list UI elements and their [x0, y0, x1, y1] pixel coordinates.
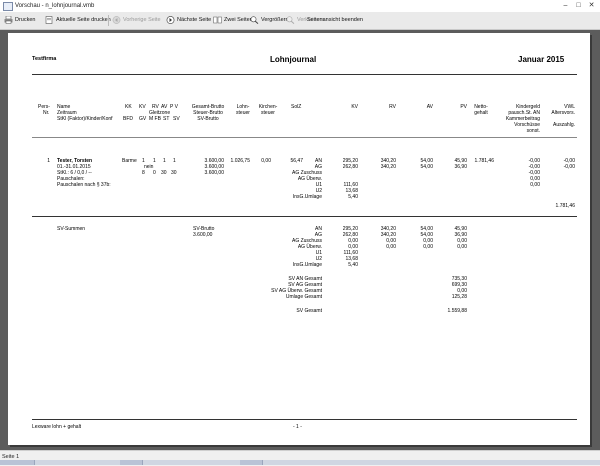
employee-divider	[32, 216, 577, 217]
employee-lohnsteuer: 1.026,75	[230, 158, 250, 164]
employee-pv-value: 36,90	[454, 164, 467, 170]
col-gv: GV	[139, 116, 147, 122]
report-period: Januar 2015	[518, 55, 565, 64]
previous-arrow-icon	[112, 16, 121, 24]
next-arrow-icon	[166, 16, 175, 24]
taskbar-item[interactable]	[120, 460, 143, 465]
employee-pauschalen-37b: Pauschalen nach § 37b:	[57, 182, 111, 188]
col-rv: RV	[389, 104, 396, 110]
preview-area[interactable]: Testfirma Lohnjournal Januar 2015 Pers- …	[0, 30, 600, 450]
employee-kv-value: 5,40	[348, 194, 358, 200]
employee-kirchensteuer: 0,00	[261, 158, 271, 164]
col-pv: PV	[460, 104, 467, 110]
col-solz: SolZ	[291, 104, 302, 110]
sv-total-value: 125,28	[451, 294, 467, 300]
close-button[interactable]: ✕	[587, 1, 596, 10]
employee-rv-value: 340,20	[380, 164, 396, 170]
app-icon	[3, 2, 13, 11]
col-kv: KV	[351, 104, 358, 110]
sv-grand-total-value: 1.559,88	[447, 308, 467, 314]
employee-krankenkasse: Barme	[122, 158, 137, 164]
col-pv-flag: P V	[170, 104, 178, 110]
column-header-rule	[32, 137, 577, 138]
employee-nettogehalt: 1.781,46	[474, 158, 494, 164]
taskbar	[0, 460, 600, 465]
report-title: Lohnjournal	[270, 55, 317, 64]
sv-row-label: InsG.Umlage	[292, 262, 322, 268]
employee-altersvorsorge: -0,00	[563, 164, 575, 170]
employee-auszahlung: 1.781,46	[555, 203, 575, 209]
footer-rule	[32, 419, 577, 420]
employee-gv: 8	[142, 170, 145, 176]
col-nr: Nr.	[43, 110, 50, 116]
col-mfb: M FB	[149, 116, 161, 122]
employee-sv: 30	[171, 170, 177, 176]
preview-toolbar: Drucken Aktuelle Seite drucken Vorherige…	[0, 12, 600, 30]
sv-av-value: 0,00	[423, 244, 433, 250]
employee-av-flag: 1	[163, 158, 166, 164]
sv-kv-value: 5,40	[348, 262, 358, 268]
sv-pv-value: 0,00	[457, 244, 467, 250]
employee-pv-flag: 1	[173, 158, 176, 164]
printer-icon	[4, 16, 13, 24]
page-printer-icon	[45, 16, 53, 24]
col-kk: KK	[125, 104, 132, 110]
col-kirchensteuer-2: steuer	[261, 110, 275, 116]
employee-sv-brutto: 3.600,00	[204, 170, 224, 176]
col-nettogehalt-2: gehalt	[474, 110, 488, 116]
taskbar-item[interactable]	[240, 460, 263, 465]
sv-total-label: Umlage Gesamt	[285, 294, 322, 300]
header-rule	[32, 74, 577, 75]
footer-page-number: - 1 -	[293, 424, 302, 430]
col-sv: SV	[173, 116, 180, 122]
sv-grand-total-label: SV Gesamt	[296, 308, 322, 314]
toolbar-separator	[108, 15, 109, 26]
col-av: AV	[426, 104, 433, 110]
taskbar-item[interactable]	[14, 460, 35, 465]
employee-nr: 1	[47, 158, 50, 164]
employee-st: 30	[161, 170, 167, 176]
minimize-button[interactable]: –	[561, 1, 570, 10]
maximize-button[interactable]: □	[574, 1, 583, 10]
report-page: Testfirma Lohnjournal Januar 2015 Pers- …	[8, 33, 590, 445]
footer-software: Lexware lohn + gehalt	[32, 424, 82, 430]
col-kv-flag: KV	[139, 104, 146, 110]
col-bfd: BFD	[123, 116, 133, 122]
employee-mfb: 0	[153, 170, 156, 176]
window-title: Vorschau - n_lohnjournal.vmb	[15, 3, 95, 9]
magnifier-plus-icon	[250, 16, 259, 24]
company-name: Testfirma	[32, 56, 57, 62]
col-lohnsteuer-2: steuer	[236, 110, 250, 116]
col-sonstiges: sonst.	[526, 128, 540, 134]
sv-brutto-value: 3.600,00	[193, 232, 213, 238]
employee-kv-value: 262,80	[342, 164, 358, 170]
col-stkl: StKl (Faktor)/Kinder/Konf	[57, 116, 113, 122]
start-button[interactable]	[0, 460, 15, 465]
employee-sonstiges: 0,00	[530, 182, 540, 188]
sv-summen-label: SV-Summen	[57, 226, 86, 232]
employee-av-value: 54,00	[420, 164, 433, 170]
employee-row-label: InsG.Umlage	[292, 194, 322, 200]
two-pages-icon	[213, 16, 222, 24]
col-st: ST	[163, 116, 170, 122]
magnifier-minus-icon	[286, 16, 295, 24]
col-altersvorsorge: Altersvors.	[551, 110, 575, 116]
sv-rv-value: 0,00	[386, 244, 396, 250]
col-auszahlung: Auszahlg.	[553, 122, 575, 128]
col-sv-brutto: SV-Brutto	[197, 116, 219, 122]
